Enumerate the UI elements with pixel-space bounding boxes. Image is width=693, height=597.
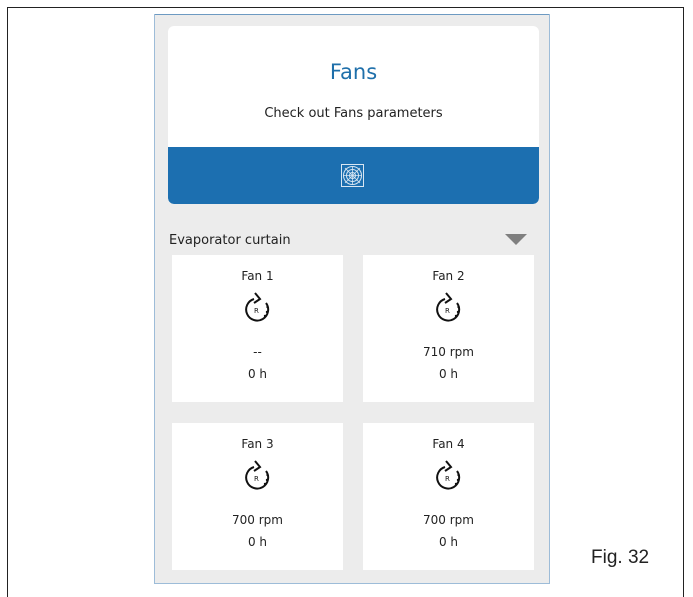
fan-card-4[interactable]: Fan 4 R 700 rpm 0 h [363, 423, 534, 570]
rotation-hours-icon: R [436, 292, 461, 322]
fans-header-card: Fans Check out Fans parameters [168, 26, 539, 204]
section-label-evaporator-curtain: Evaporator curtain [169, 233, 291, 248]
fan-name: Fan 3 [241, 437, 274, 451]
fan-hours: 0 h [247, 367, 268, 381]
fan-speed: 700 rpm [232, 513, 283, 527]
rotation-hours-icon: R [245, 292, 270, 322]
fan-grill-icon [341, 164, 364, 187]
fan-speed: 710 rpm [423, 345, 474, 359]
page-subtitle: Check out Fans parameters [264, 106, 443, 121]
fans-banner[interactable] [168, 147, 539, 204]
svg-text:R: R [254, 475, 259, 483]
svg-text:R: R [445, 307, 450, 315]
svg-text:R: R [445, 475, 450, 483]
rotation-hours-icon: R [245, 460, 270, 490]
triangle-down-icon[interactable] [505, 234, 527, 246]
fan-name: Fan 2 [432, 269, 465, 283]
fan-card-2[interactable]: Fan 2 R 710 rpm 0 h [363, 255, 534, 402]
fan-hours: 0 h [247, 535, 268, 549]
fan-card-1[interactable]: Fan 1 R -- 0 h [172, 255, 343, 402]
fan-name: Fan 4 [432, 437, 465, 451]
fan-speed: -- [253, 345, 262, 359]
page-title: Fans [329, 60, 378, 84]
fan-hours: 0 h [438, 367, 459, 381]
fan-card-3[interactable]: Fan 3 R 700 rpm 0 h [172, 423, 343, 570]
fan-hours: 0 h [438, 535, 459, 549]
fan-speed: 700 rpm [423, 513, 474, 527]
app-screen: Fans Check out Fans parameters Evaporato… [154, 14, 550, 584]
fan-name: Fan 1 [241, 269, 274, 283]
rotation-hours-icon: R [436, 460, 461, 490]
svg-text:R: R [254, 307, 259, 315]
figure-caption: Fig. 32 [591, 547, 650, 568]
